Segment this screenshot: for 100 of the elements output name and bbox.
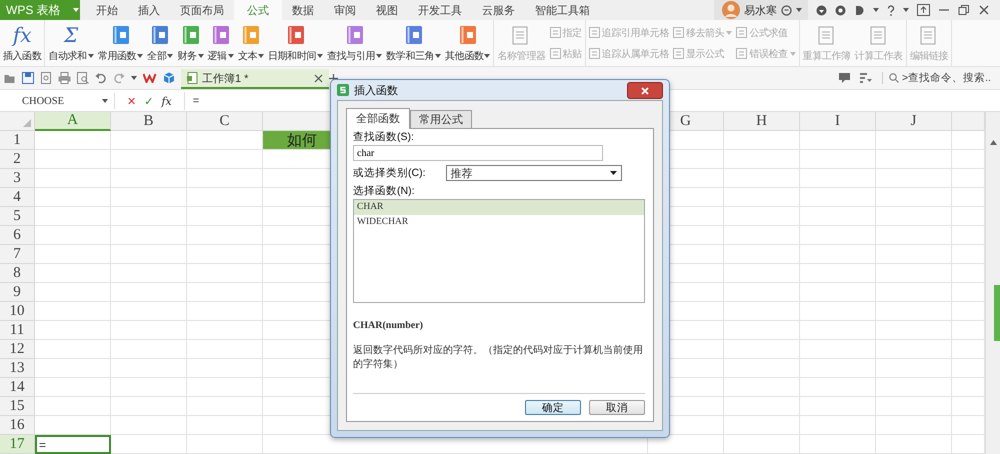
redo-icon[interactable] bbox=[113, 72, 125, 84]
menu-tab[interactable]: 数据 bbox=[282, 0, 324, 20]
row-header[interactable]: 17 bbox=[0, 435, 35, 454]
grid-cell[interactable] bbox=[724, 150, 800, 169]
grid-cell[interactable] bbox=[800, 283, 876, 302]
caret-icon[interactable] bbox=[484, 54, 490, 58]
row-header[interactable]: 3 bbox=[0, 169, 35, 188]
grid-cell[interactable] bbox=[35, 188, 111, 207]
column-header[interactable]: J bbox=[876, 112, 952, 131]
grid-cell[interactable] bbox=[187, 188, 263, 207]
column-header[interactable]: C bbox=[187, 112, 263, 131]
grid-cell[interactable] bbox=[187, 150, 263, 169]
caret-icon[interactable] bbox=[873, 8, 879, 12]
grid-cell[interactable] bbox=[111, 264, 187, 283]
grid-cell[interactable] bbox=[111, 321, 187, 340]
grid-cell[interactable] bbox=[35, 131, 111, 150]
column-header[interactable]: I bbox=[800, 112, 876, 131]
close-icon[interactable] bbox=[314, 74, 323, 82]
grid-cell[interactable] bbox=[876, 226, 952, 245]
grid-cell[interactable] bbox=[187, 321, 263, 340]
row-header[interactable]: 13 bbox=[0, 359, 35, 378]
ribbon-button[interactable]: 财务 bbox=[175, 22, 206, 64]
column-header[interactable] bbox=[952, 112, 985, 131]
function-item[interactable]: CHAR bbox=[354, 200, 644, 215]
grid-cell[interactable] bbox=[111, 416, 187, 435]
grid-cell[interactable] bbox=[724, 340, 800, 359]
ribbon-button[interactable]: 逻辑 bbox=[206, 22, 236, 64]
grid-cell[interactable] bbox=[876, 321, 952, 340]
ribbon-button[interactable]: 查找与引用 bbox=[325, 22, 384, 64]
grid-cell[interactable] bbox=[35, 397, 111, 416]
select-all-icon[interactable] bbox=[23, 119, 31, 127]
grid-cell[interactable] bbox=[35, 302, 111, 321]
grid-cell[interactable] bbox=[187, 416, 263, 435]
menu-tab[interactable]: 开发工具 bbox=[408, 0, 472, 20]
cancel-button[interactable]: ✕ bbox=[127, 94, 136, 108]
grid-cell[interactable] bbox=[876, 283, 952, 302]
grid-cell[interactable] bbox=[35, 359, 111, 378]
grid-cell[interactable] bbox=[800, 131, 876, 150]
ribbon-button[interactable]: 数学和三角 bbox=[384, 22, 444, 64]
grid-cell[interactable] bbox=[800, 416, 876, 435]
caret-icon[interactable] bbox=[102, 99, 108, 103]
grid-cell[interactable] bbox=[187, 302, 263, 321]
grid-cell[interactable] bbox=[800, 378, 876, 397]
grid-cell[interactable] bbox=[724, 416, 800, 435]
column-header[interactable]: B bbox=[111, 112, 187, 131]
caret-icon[interactable] bbox=[317, 54, 324, 58]
row-header[interactable]: 15 bbox=[0, 397, 35, 416]
ribbon-button[interactable]: 全部 bbox=[145, 22, 176, 64]
grid-cell[interactable] bbox=[876, 188, 952, 207]
grid-cell[interactable] bbox=[187, 264, 263, 283]
grid-cell[interactable] bbox=[800, 321, 876, 340]
grid-cell[interactable] bbox=[111, 435, 187, 454]
caret-icon[interactable] bbox=[167, 54, 174, 58]
grid-cell[interactable] bbox=[724, 169, 800, 188]
grid-cell[interactable] bbox=[187, 226, 263, 245]
cube-icon[interactable] bbox=[163, 72, 175, 84]
menu-tab[interactable]: 云服务 bbox=[472, 0, 525, 20]
comment-icon[interactable] bbox=[839, 73, 850, 83]
menu-tab[interactable]: 开始 bbox=[86, 0, 128, 20]
grid-cell[interactable] bbox=[724, 188, 800, 207]
grid-cell[interactable] bbox=[35, 150, 111, 169]
ribbon-button[interactable]: 常用函数 bbox=[96, 22, 146, 64]
scroll-up-icon[interactable] bbox=[990, 140, 996, 145]
grid-cell[interactable] bbox=[800, 397, 876, 416]
open-folder-icon[interactable] bbox=[4, 72, 16, 84]
ribbon-button[interactable]: 其他函数 bbox=[443, 22, 492, 64]
grid-cell[interactable] bbox=[800, 340, 876, 359]
search-field[interactable]: char bbox=[353, 145, 603, 161]
row-header[interactable]: 8 bbox=[0, 264, 35, 283]
grid-cell[interactable] bbox=[724, 378, 800, 397]
grid-cell[interactable] bbox=[876, 245, 952, 264]
scrollbar[interactable] bbox=[985, 112, 1000, 454]
dialog-tab[interactable]: 全部函数 bbox=[346, 108, 410, 129]
grid-cell[interactable] bbox=[800, 188, 876, 207]
grid-cell[interactable] bbox=[876, 378, 952, 397]
ribbon-button[interactable]: fx 插入函数 bbox=[1, 22, 44, 64]
caret-icon[interactable] bbox=[376, 54, 382, 58]
grid-cell[interactable] bbox=[800, 150, 876, 169]
grid-cell[interactable] bbox=[35, 226, 111, 245]
document-tab[interactable]: 工作簿1 * bbox=[181, 69, 329, 89]
row-header[interactable]: 12 bbox=[0, 340, 35, 359]
grid-cell[interactable] bbox=[111, 207, 187, 226]
menu-tab[interactable]: 插入 bbox=[128, 0, 170, 20]
grid-cell[interactable] bbox=[724, 359, 800, 378]
menu-tab[interactable]: 智能工具箱 bbox=[525, 0, 600, 20]
grid-cell[interactable] bbox=[35, 264, 111, 283]
grid-cell[interactable] bbox=[111, 302, 187, 321]
grid-cell[interactable] bbox=[111, 283, 187, 302]
grid-cell[interactable] bbox=[724, 245, 800, 264]
ribbon-button[interactable]: Σ 自动求和 bbox=[46, 22, 96, 64]
filter-icon[interactable] bbox=[860, 73, 872, 83]
grid-cell[interactable] bbox=[876, 207, 952, 226]
row-header[interactable]: 1 bbox=[0, 131, 35, 150]
caret-icon[interactable] bbox=[88, 54, 94, 58]
help-icon[interactable] bbox=[887, 4, 895, 16]
grid-cell[interactable] bbox=[111, 340, 187, 359]
restore-icon[interactable] bbox=[958, 4, 970, 16]
row-header[interactable]: 4 bbox=[0, 188, 35, 207]
grid-cell[interactable] bbox=[111, 359, 187, 378]
column-header[interactable]: H bbox=[724, 112, 800, 131]
